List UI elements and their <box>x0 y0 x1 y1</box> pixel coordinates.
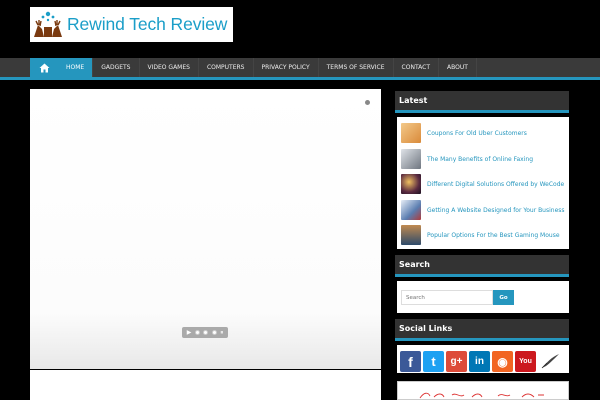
slide-dot[interactable] <box>203 330 209 335</box>
post-thumbnail[interactable] <box>401 149 421 169</box>
slider-controls: ▶ ⏸ <box>182 327 228 338</box>
search-go-button[interactable]: Go <box>493 290 514 305</box>
search-widget: Go <box>397 281 569 313</box>
content-area <box>30 370 381 400</box>
nav-item-computers[interactable]: COMPUTERS <box>199 58 254 77</box>
home-icon <box>39 63 49 72</box>
list-item[interactable]: Coupons For Old Uber Customers <box>401 122 565 144</box>
featured-slider[interactable]: ▶ ⏸ <box>30 89 381 369</box>
slide-dot[interactable] <box>194 330 200 335</box>
list-item[interactable]: The Many Benefits of Online Faxing <box>401 148 565 170</box>
post-thumbnail[interactable] <box>401 200 421 220</box>
nav-item-privacy-policy[interactable]: PRIVACY POLICY <box>254 58 319 77</box>
social-widget: f t g+ in ◉ You <box>397 345 569 373</box>
nav-item-home[interactable]: HOME <box>58 58 94 77</box>
post-thumbnail[interactable] <box>401 174 421 194</box>
rss-icon[interactable]: ◉ <box>492 351 513 372</box>
nav-item-video-games[interactable]: VIDEO GAMES <box>140 58 199 77</box>
social-widget-title: Social Links <box>395 319 569 341</box>
google-plus-icon[interactable]: g+ <box>446 351 467 372</box>
post-link[interactable]: Different Digital Solutions Offered by W… <box>427 181 564 188</box>
latest-widget: Coupons For Old Uber Customers The Many … <box>397 117 569 249</box>
list-item[interactable]: Different Digital Solutions Offered by W… <box>401 173 565 195</box>
site-title: Rewind Tech Review <box>67 14 228 34</box>
post-link[interactable]: Popular Options For the Best Gaming Mous… <box>427 232 560 239</box>
ad-widget <box>397 381 569 400</box>
facebook-icon[interactable]: f <box>400 351 421 372</box>
list-item[interactable]: Getting A Website Designed for Your Busi… <box>401 199 565 221</box>
site-logo[interactable]: Rewind Tech Review <box>30 7 233 42</box>
post-link[interactable]: Getting A Website Designed for Your Busi… <box>427 207 565 214</box>
nav-item-about[interactable]: ABOUT <box>439 58 477 77</box>
post-link[interactable]: Coupons For Old Uber Customers <box>427 130 527 137</box>
nav-item-gadgets[interactable]: GADGETS <box>93 58 140 77</box>
slide-dot[interactable] <box>211 330 217 335</box>
play-icon[interactable]: ▶ <box>187 329 192 336</box>
logo-hands-icon <box>30 7 66 42</box>
feather-icon <box>541 354 559 369</box>
script-text-graphic <box>419 392 544 399</box>
search-input[interactable] <box>401 290 493 305</box>
search-widget-title: Search <box>395 255 569 277</box>
latest-widget-title: Latest <box>395 91 569 113</box>
slider-indicator-dot[interactable] <box>365 100 370 105</box>
main-nav: HOME GADGETS VIDEO GAMES COMPUTERS PRIVA… <box>0 58 600 80</box>
pause-icon[interactable]: ⏸ <box>220 329 223 336</box>
twitter-icon[interactable]: t <box>423 351 444 372</box>
nav-item-contact[interactable]: CONTACT <box>394 58 439 77</box>
linkedin-icon[interactable]: in <box>469 351 490 372</box>
list-item[interactable]: Popular Options For the Best Gaming Mous… <box>401 224 565 246</box>
nav-item-terms-of-service[interactable]: TERMS OF SERVICE <box>319 58 394 77</box>
youtube-icon[interactable]: You <box>515 351 536 372</box>
post-thumbnail[interactable] <box>401 123 421 143</box>
post-link[interactable]: The Many Benefits of Online Faxing <box>427 156 533 163</box>
post-thumbnail[interactable] <box>401 225 421 245</box>
page: Rewind Tech Review HOME GADGETS VIDEO GA… <box>0 0 600 400</box>
nav-home-icon-button[interactable] <box>30 58 58 77</box>
